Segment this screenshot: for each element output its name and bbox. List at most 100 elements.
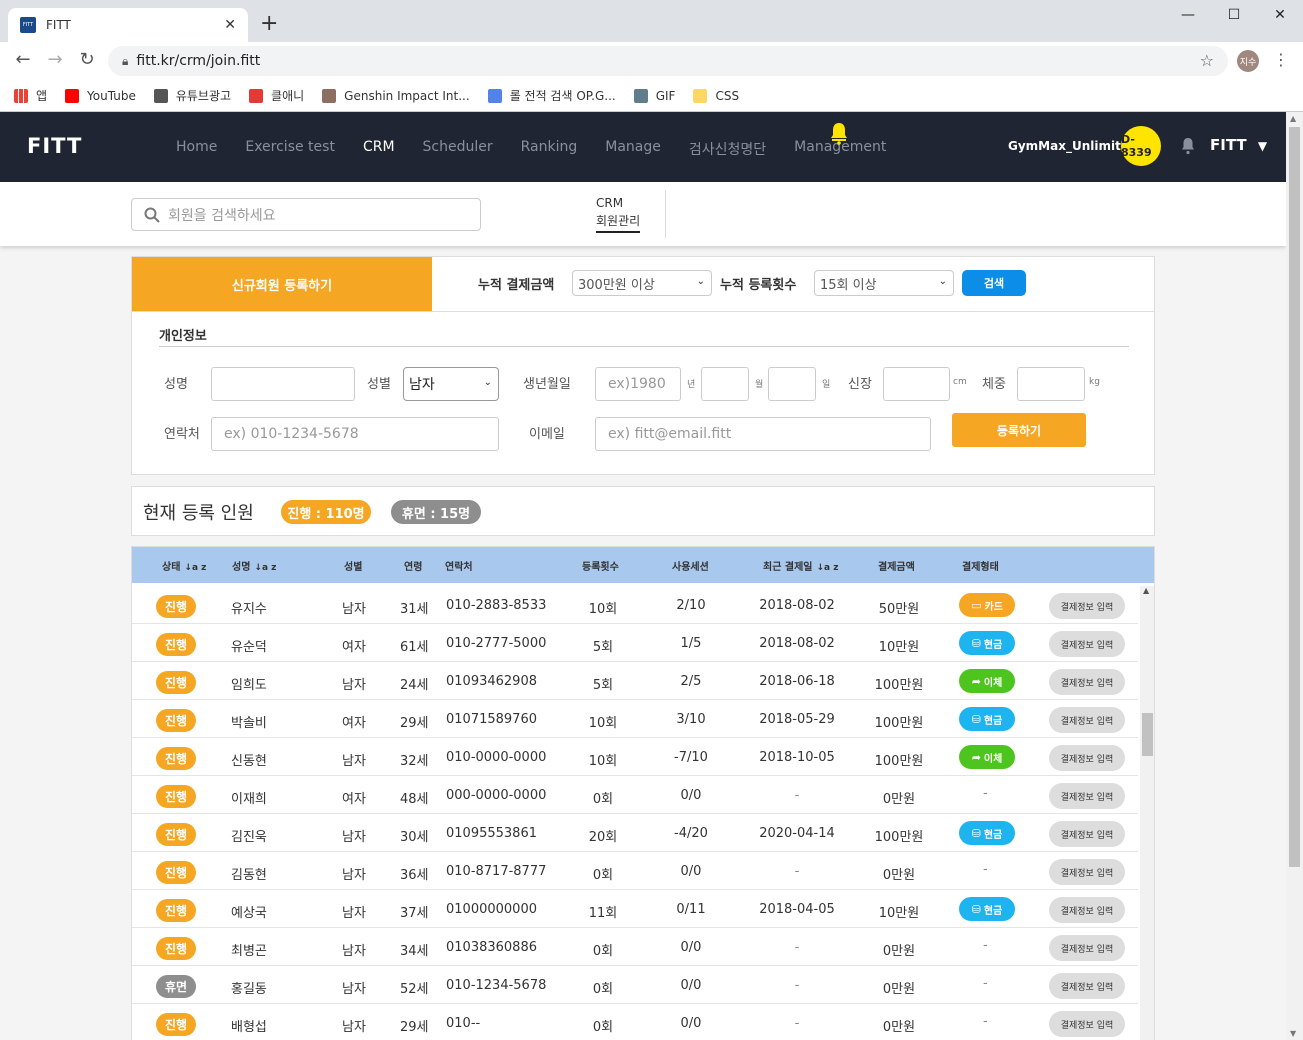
table-row[interactable]: 진행 유지수 남자 31세 010-2883-8533 10회 2/10 2018-08-02… [132,586,1138,624]
payment-info-button[interactable]: 결제정보 입력 [1049,593,1125,619]
payment-info-button[interactable]: 결제정보 입력 [1049,1011,1125,1037]
used-sessions: 0/0 [680,864,702,879]
profile-avatar[interactable]: 지수 [1237,50,1259,72]
scroll-down-icon[interactable]: ▼ [1290,1029,1296,1038]
height-input[interactable] [883,367,950,401]
back-icon[interactable]: ← [12,50,34,70]
scroll-up-icon[interactable]: ▲ [1290,114,1296,123]
window-close-icon[interactable]: ✕ [1257,0,1303,30]
user-menu[interactable]: FITT ▼ [1210,136,1267,154]
bookmark-item[interactable]: 클애니 [249,87,304,104]
table-row[interactable]: 진행 유순덕 여자 61세 010-2777-5000 5회 1/5 2018-08-02 10… [132,624,1138,662]
table-row[interactable]: 진행 임희도 남자 24세 01093462908 5회 2/5 2018-06-18 100만… [132,662,1138,700]
fitt-logo[interactable]: FITT [27,134,82,158]
address-bar[interactable]: 🔒︎ fitt.kr/crm/join.fitt ☆ [108,46,1228,76]
menu-kebab-icon[interactable]: ⋮ [1273,50,1289,69]
bookmark-item[interactable]: YouTube [65,88,136,103]
member-mgmt-tab[interactable]: 회원관리 [596,212,641,233]
table-row[interactable]: 진행 김진욱 남자 30세 01095553861 20회 -4/20 2020-04-14 1… [132,814,1138,852]
bookmark-item[interactable]: 앱 [14,87,47,104]
sort-icon[interactable]: ↓a z [816,563,838,573]
bookmark-star-icon[interactable]: ☆ [1200,51,1214,70]
birth-day-input[interactable] [768,367,816,401]
new-member-button[interactable]: 신규회원 등록하기 [132,257,432,311]
table-row[interactable]: 진행 김동현 남자 36세 010-8717-8777 0회 0/0-0만원 - 결제정보 입력 [132,852,1138,890]
weight-input[interactable] [1017,367,1085,401]
member-name: 박솔비 [231,716,267,731]
payment-info-button[interactable]: 결제정보 입력 [1049,745,1125,771]
column-header[interactable]: 상태 ↓a z [162,558,206,573]
minimize-icon[interactable]: — [1165,0,1211,30]
reload-icon[interactable]: ↻ [76,50,98,70]
nav-item[interactable]: Ranking [521,139,578,159]
table-row[interactable]: 휴면 홍길동 남자 52세 010-1234-5678 0회 0/0-0만원 - 결제정보 입력 [132,966,1138,1004]
cash-icon: ⛁ [971,902,981,916]
payment-info-button[interactable]: 결제정보 입력 [1049,973,1125,999]
new-tab-icon[interactable]: + [260,12,278,36]
nav-item[interactable]: Scheduler [423,139,493,159]
payment-info-button[interactable]: 결제정보 입력 [1049,821,1125,847]
gender-select[interactable]: 남자 ⌄ [403,367,499,401]
maximize-icon[interactable]: ☐ [1211,0,1257,30]
email-input[interactable]: ex) fitt@email.fitt [595,417,931,451]
payment-type-badge: ⛁ 현금 [959,821,1015,845]
member-name: 김동현 [231,868,267,883]
member-search-input[interactable]: 회원을 검색하세요 [131,198,481,231]
email-label: 이메일 [529,427,565,442]
crm-tab[interactable]: CRM 회원관리 [596,196,641,233]
scroll-thumb[interactable] [1289,127,1300,867]
scroll-up-icon[interactable]: ▲ [1143,586,1149,595]
total-payment-select[interactable]: 300만원 이상 ⌄ [572,270,712,296]
page-scrollbar[interactable]: ▲ ▼ [1286,112,1303,1040]
table-row[interactable]: 진행 예상국 남자 37세 01000000000 11회 0/11 2018-04-05 10… [132,890,1138,928]
tab-close-icon[interactable]: ✕ [224,17,236,33]
table-row[interactable]: 진행 배형섭 남자 29세 010-- 0회 0/0-0만원 - 결제정보 입력 [132,1004,1138,1040]
payment-info-button[interactable]: 결제정보 입력 [1049,707,1125,733]
column-header[interactable]: 성명 ↓a z [232,558,276,573]
birth-month-input[interactable] [701,367,749,401]
payment-info-button[interactable]: 결제정보 입력 [1049,897,1125,923]
notification-bell-icon[interactable] [828,121,850,145]
payment-info-button[interactable]: 결제정보 입력 [1049,935,1125,961]
scroll-thumb[interactable] [1142,713,1153,756]
nav-item[interactable]: Home [176,139,217,159]
status-badge: 진행 [156,937,196,960]
column-header[interactable]: 최근 결제일 ↓a z [763,558,838,573]
nav-item[interactable]: 검사신청명단 [689,139,766,159]
payment-type-badge: ⛁ 현금 [959,707,1015,731]
member-age: 29세 [400,1020,429,1035]
bookmark-item[interactable]: 롤 전적 검색 OP.G... [487,87,616,104]
sort-icon[interactable]: ↓a z [184,563,206,573]
payment-type-label: 현금 [983,715,1003,727]
bookmark-item[interactable]: CSS [693,88,739,103]
table-row[interactable]: 진행 박솔비 여자 29세 01071589760 10회 3/10 2018-05-29 10… [132,700,1138,738]
nav-item[interactable]: Manage [605,139,661,159]
table-row[interactable]: 진행 이재희 여자 48세 000-0000-0000 0회 0/0-0만원 - 결제정보 입력 [132,776,1138,814]
table-scrollbar[interactable]: ▲ [1140,586,1154,1040]
payment-info-button[interactable]: 결제정보 입력 [1049,783,1125,809]
name-input[interactable] [211,367,355,401]
contact-input[interactable]: ex) 010-1234-5678 [211,417,499,451]
payment-info-button[interactable]: 결제정보 입력 [1049,631,1125,657]
table-row[interactable]: 진행 최병곤 남자 34세 01038360886 0회 0/0-0만원 - 결제정보 입력 [132,928,1138,966]
payment-info-button[interactable]: 결제정보 입력 [1049,859,1125,885]
nav-item[interactable]: Exercise test [245,139,335,159]
gym-name: GymMax_Unlimited [1008,139,1138,153]
bookmark-item[interactable]: 유튜브광고 [153,87,231,104]
total-count-value: 15회 이상 [820,277,877,293]
bookmark-item[interactable]: Genshin Impact Int... [322,88,470,103]
nav-item[interactable]: CRM [363,139,395,159]
filter-search-button[interactable]: 검색 [962,270,1026,296]
birth-year-input[interactable]: ex)1980 [595,367,681,401]
table-row[interactable]: 진행 신동현 남자 32세 010-0000-0000 10회 -7/10 2018-10-0… [132,738,1138,776]
browser-tab[interactable]: FITT FITT ✕ [8,8,248,42]
payment-amount: 0만원 [882,982,916,997]
register-submit-button[interactable]: 등록하기 [952,413,1086,447]
forward-icon[interactable]: → [44,50,66,70]
member-phone: 01071589760 [446,712,537,727]
total-count-select[interactable]: 15회 이상 ⌄ [814,270,954,296]
sort-icon[interactable]: ↓a z [254,563,276,573]
bell-icon[interactable] [1180,137,1196,155]
payment-info-button[interactable]: 결제정보 입력 [1049,669,1125,695]
bookmark-item[interactable]: GIF [633,88,675,103]
